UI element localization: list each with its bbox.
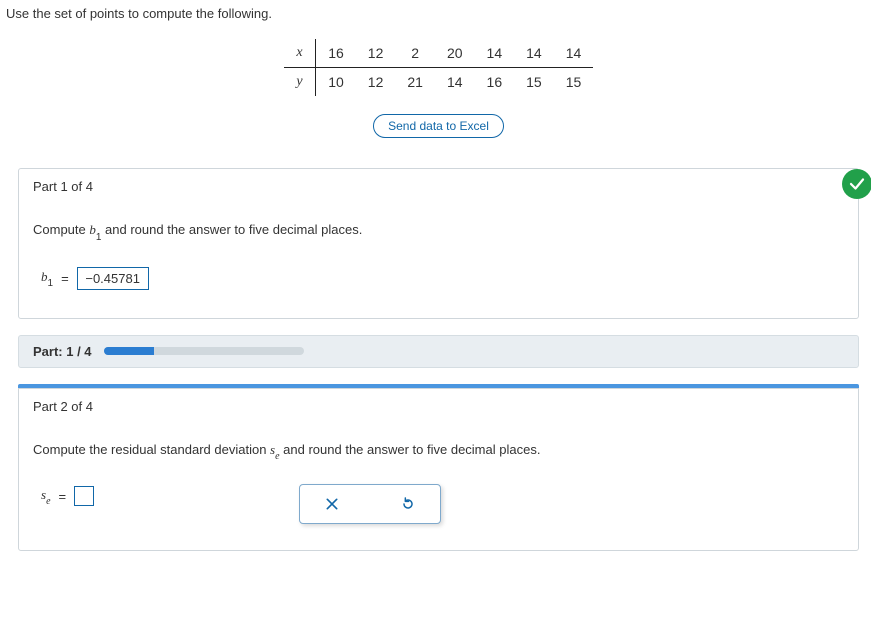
data-table-wrap: x 16 12 2 20 14 14 14 y 10 12 21 14 16 1… <box>6 39 871 96</box>
sub-1: 1 <box>96 232 102 243</box>
sub-e: e <box>275 451 279 462</box>
progress-label: Part: 1 / 4 <box>33 344 92 359</box>
clear-button[interactable] <box>312 493 352 515</box>
correct-badge <box>842 169 871 199</box>
part1-answer-row: b1 = <box>41 267 844 290</box>
y-cell: 16 <box>475 68 515 97</box>
y-cell: 21 <box>395 68 435 97</box>
x-cell: 12 <box>356 39 396 68</box>
x-cell: 14 <box>554 39 594 68</box>
y-cell: 14 <box>435 68 475 97</box>
b1-answer-input[interactable] <box>77 267 149 290</box>
y-cell: 15 <box>554 68 594 97</box>
part2-header: Part 2 of 4 <box>19 389 858 424</box>
text: and round the answer to five decimal pla… <box>101 222 362 237</box>
x-cell: 14 <box>514 39 554 68</box>
equals-sign: = <box>59 489 67 504</box>
x-cell: 20 <box>435 39 475 68</box>
row-label-x: x <box>284 39 316 68</box>
y-cell: 10 <box>316 68 356 97</box>
text: Compute <box>33 222 89 237</box>
question-prompt: Use the set of points to compute the fol… <box>6 6 871 21</box>
table-row: x 16 12 2 20 14 14 14 <box>284 39 594 68</box>
sub-1: 1 <box>48 278 54 289</box>
check-icon <box>848 175 866 193</box>
x-cell: 16 <box>316 39 356 68</box>
part1-instruction: Compute b1 and round the answer to five … <box>33 222 844 241</box>
se-answer-input[interactable] <box>74 486 94 506</box>
reset-button[interactable] <box>388 493 428 515</box>
sub-e: e <box>46 496 50 507</box>
part1-card: Part 1 of 4 Compute b1 and round the ans… <box>18 168 859 319</box>
part2-card: Part 2 of 4 Compute the residual standar… <box>18 388 859 551</box>
answer-label: se <box>41 487 51 506</box>
part2-instruction: Compute the residual standard deviation … <box>33 442 844 461</box>
text: Compute the residual standard deviation <box>33 442 270 457</box>
text: and round the answer to five decimal pla… <box>280 442 541 457</box>
var-b: b <box>89 222 96 237</box>
equals-sign: = <box>61 271 69 286</box>
close-icon <box>324 496 340 512</box>
data-table: x 16 12 2 20 14 14 14 y 10 12 21 14 16 1… <box>284 39 594 96</box>
x-cell: 2 <box>395 39 435 68</box>
send-to-excel-button[interactable]: Send data to Excel <box>373 114 504 138</box>
answer-label: b1 <box>41 269 53 288</box>
progress-track <box>104 347 304 355</box>
x-cell: 14 <box>475 39 515 68</box>
table-row: y 10 12 21 14 16 15 15 <box>284 68 594 97</box>
var-b: b <box>41 269 48 284</box>
y-cell: 15 <box>514 68 554 97</box>
y-cell: 12 <box>356 68 396 97</box>
part2-answer-row: se = <box>41 486 844 506</box>
answer-button-row <box>299 484 441 524</box>
part2-accent-bar <box>18 384 859 388</box>
undo-icon <box>400 496 416 512</box>
row-label-y: y <box>284 68 316 97</box>
progress-fill <box>104 347 154 355</box>
part1-header: Part 1 of 4 <box>19 169 858 204</box>
progress-row: Part: 1 / 4 <box>18 335 859 368</box>
